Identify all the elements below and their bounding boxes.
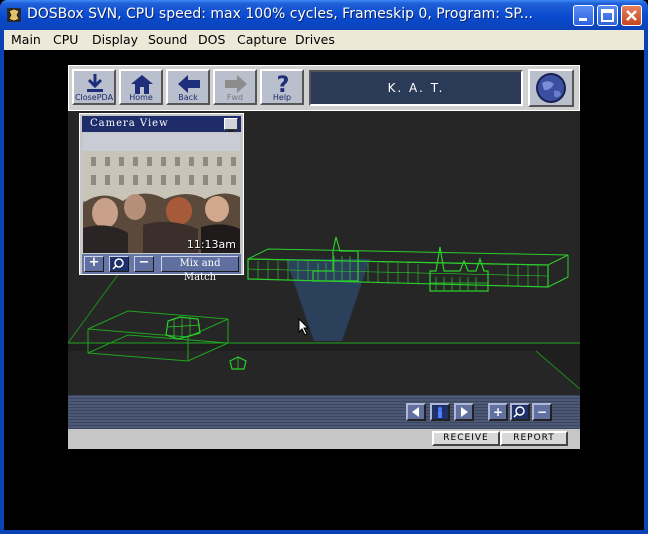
window-title: DOSBox SVN, CPU speed: max 100% cycles, … xyxy=(27,6,533,22)
help-label: Help xyxy=(272,93,292,102)
camera-zoom-in-button[interactable]: + xyxy=(84,256,104,272)
next-button[interactable] xyxy=(454,403,474,421)
camera-zoom-out-button[interactable]: − xyxy=(134,256,154,272)
map-control-strip: + − xyxy=(68,395,580,429)
dos-screen[interactable]: ClosePDA Home Back Fwd ? Help K. A. T. +… xyxy=(4,50,644,530)
prev-button[interactable] xyxy=(406,403,426,421)
forward-label: Fwd xyxy=(226,93,244,102)
next-arrow-icon xyxy=(461,407,468,417)
receive-button[interactable]: RECEIVE xyxy=(432,431,500,446)
home-button[interactable]: Home xyxy=(119,69,163,105)
window-frame-bottom xyxy=(0,530,648,534)
person-icon xyxy=(438,407,442,418)
pda-toolbar: ClosePDA Home Back Fwd ? Help K. A. T. xyxy=(68,65,580,111)
globe-button[interactable] xyxy=(528,69,574,107)
camera-timestamp: 11:13am xyxy=(186,238,236,251)
close-pda-label: ClosePDA xyxy=(74,93,114,102)
menu-dos[interactable]: DOS xyxy=(198,32,225,47)
menubar: Main CPU Display Sound DOS Capture Drive… xyxy=(0,30,648,50)
menu-drives[interactable]: Drives xyxy=(295,32,335,47)
maximize-icon xyxy=(601,9,614,22)
kat-title-panel: K. A. T. xyxy=(309,70,523,106)
menu-display[interactable]: Display xyxy=(92,32,138,47)
menu-cpu[interactable]: CPU xyxy=(53,32,78,47)
home-label: Home xyxy=(129,93,153,102)
window-frame-right xyxy=(644,30,648,534)
mouse-cursor-icon xyxy=(298,318,310,336)
menu-capture[interactable]: Capture xyxy=(237,32,287,47)
globe-icon xyxy=(536,73,566,103)
menu-main[interactable]: Main xyxy=(11,32,41,47)
back-label: Back xyxy=(178,93,198,102)
map-zoom-in-button[interactable]: + xyxy=(488,403,508,421)
map-zoom-button[interactable] xyxy=(510,403,530,421)
window-titlebar[interactable]: DOSBox SVN, CPU speed: max 100% cycles, … xyxy=(0,0,648,30)
close-pda-button[interactable]: ClosePDA xyxy=(72,69,116,105)
map-zoom-out-button[interactable]: − xyxy=(532,403,552,421)
minimize-icon xyxy=(579,18,587,21)
minimize-button[interactable] xyxy=(573,5,594,26)
camera-view-titlebar[interactable]: Camera View xyxy=(82,116,241,132)
forward-button[interactable]: Fwd xyxy=(213,69,257,105)
camera-zoom-out-label: − xyxy=(138,255,150,270)
camera-view-title: Camera View xyxy=(90,118,169,129)
camera-zoom-in-label: + xyxy=(88,255,100,270)
close-button[interactable] xyxy=(621,5,642,26)
menu-sound[interactable]: Sound xyxy=(148,32,187,47)
maximize-button[interactable] xyxy=(597,5,618,26)
camera-controls: + − Mix and Match xyxy=(82,254,241,283)
map-zoom-in-label: + xyxy=(492,405,504,419)
magnifier-icon xyxy=(513,406,525,418)
dosbox-app-icon xyxy=(7,8,21,22)
mix-and-match-button[interactable]: Mix and Match xyxy=(161,256,239,283)
prev-arrow-icon xyxy=(412,407,419,417)
kat-title: K. A. T. xyxy=(387,81,445,95)
magnifier-icon xyxy=(112,258,124,270)
camera-feed-image: 11:13am xyxy=(83,133,240,253)
map-zoom-out-label: − xyxy=(536,405,548,419)
back-button[interactable]: Back xyxy=(166,69,210,105)
camera-zoom-button[interactable] xyxy=(109,256,129,272)
close-icon xyxy=(626,10,637,21)
crowd-palace-photo xyxy=(83,133,240,253)
camera-view-window[interactable]: Camera View 11:13am + − Mix and Match xyxy=(79,113,244,283)
report-button[interactable]: REPORT xyxy=(500,431,568,446)
person-button[interactable] xyxy=(430,403,450,421)
pda-status-strip: RECEIVE REPORT xyxy=(68,429,580,449)
camera-minimize-button[interactable] xyxy=(224,118,238,132)
help-button[interactable]: ? Help xyxy=(260,69,304,105)
